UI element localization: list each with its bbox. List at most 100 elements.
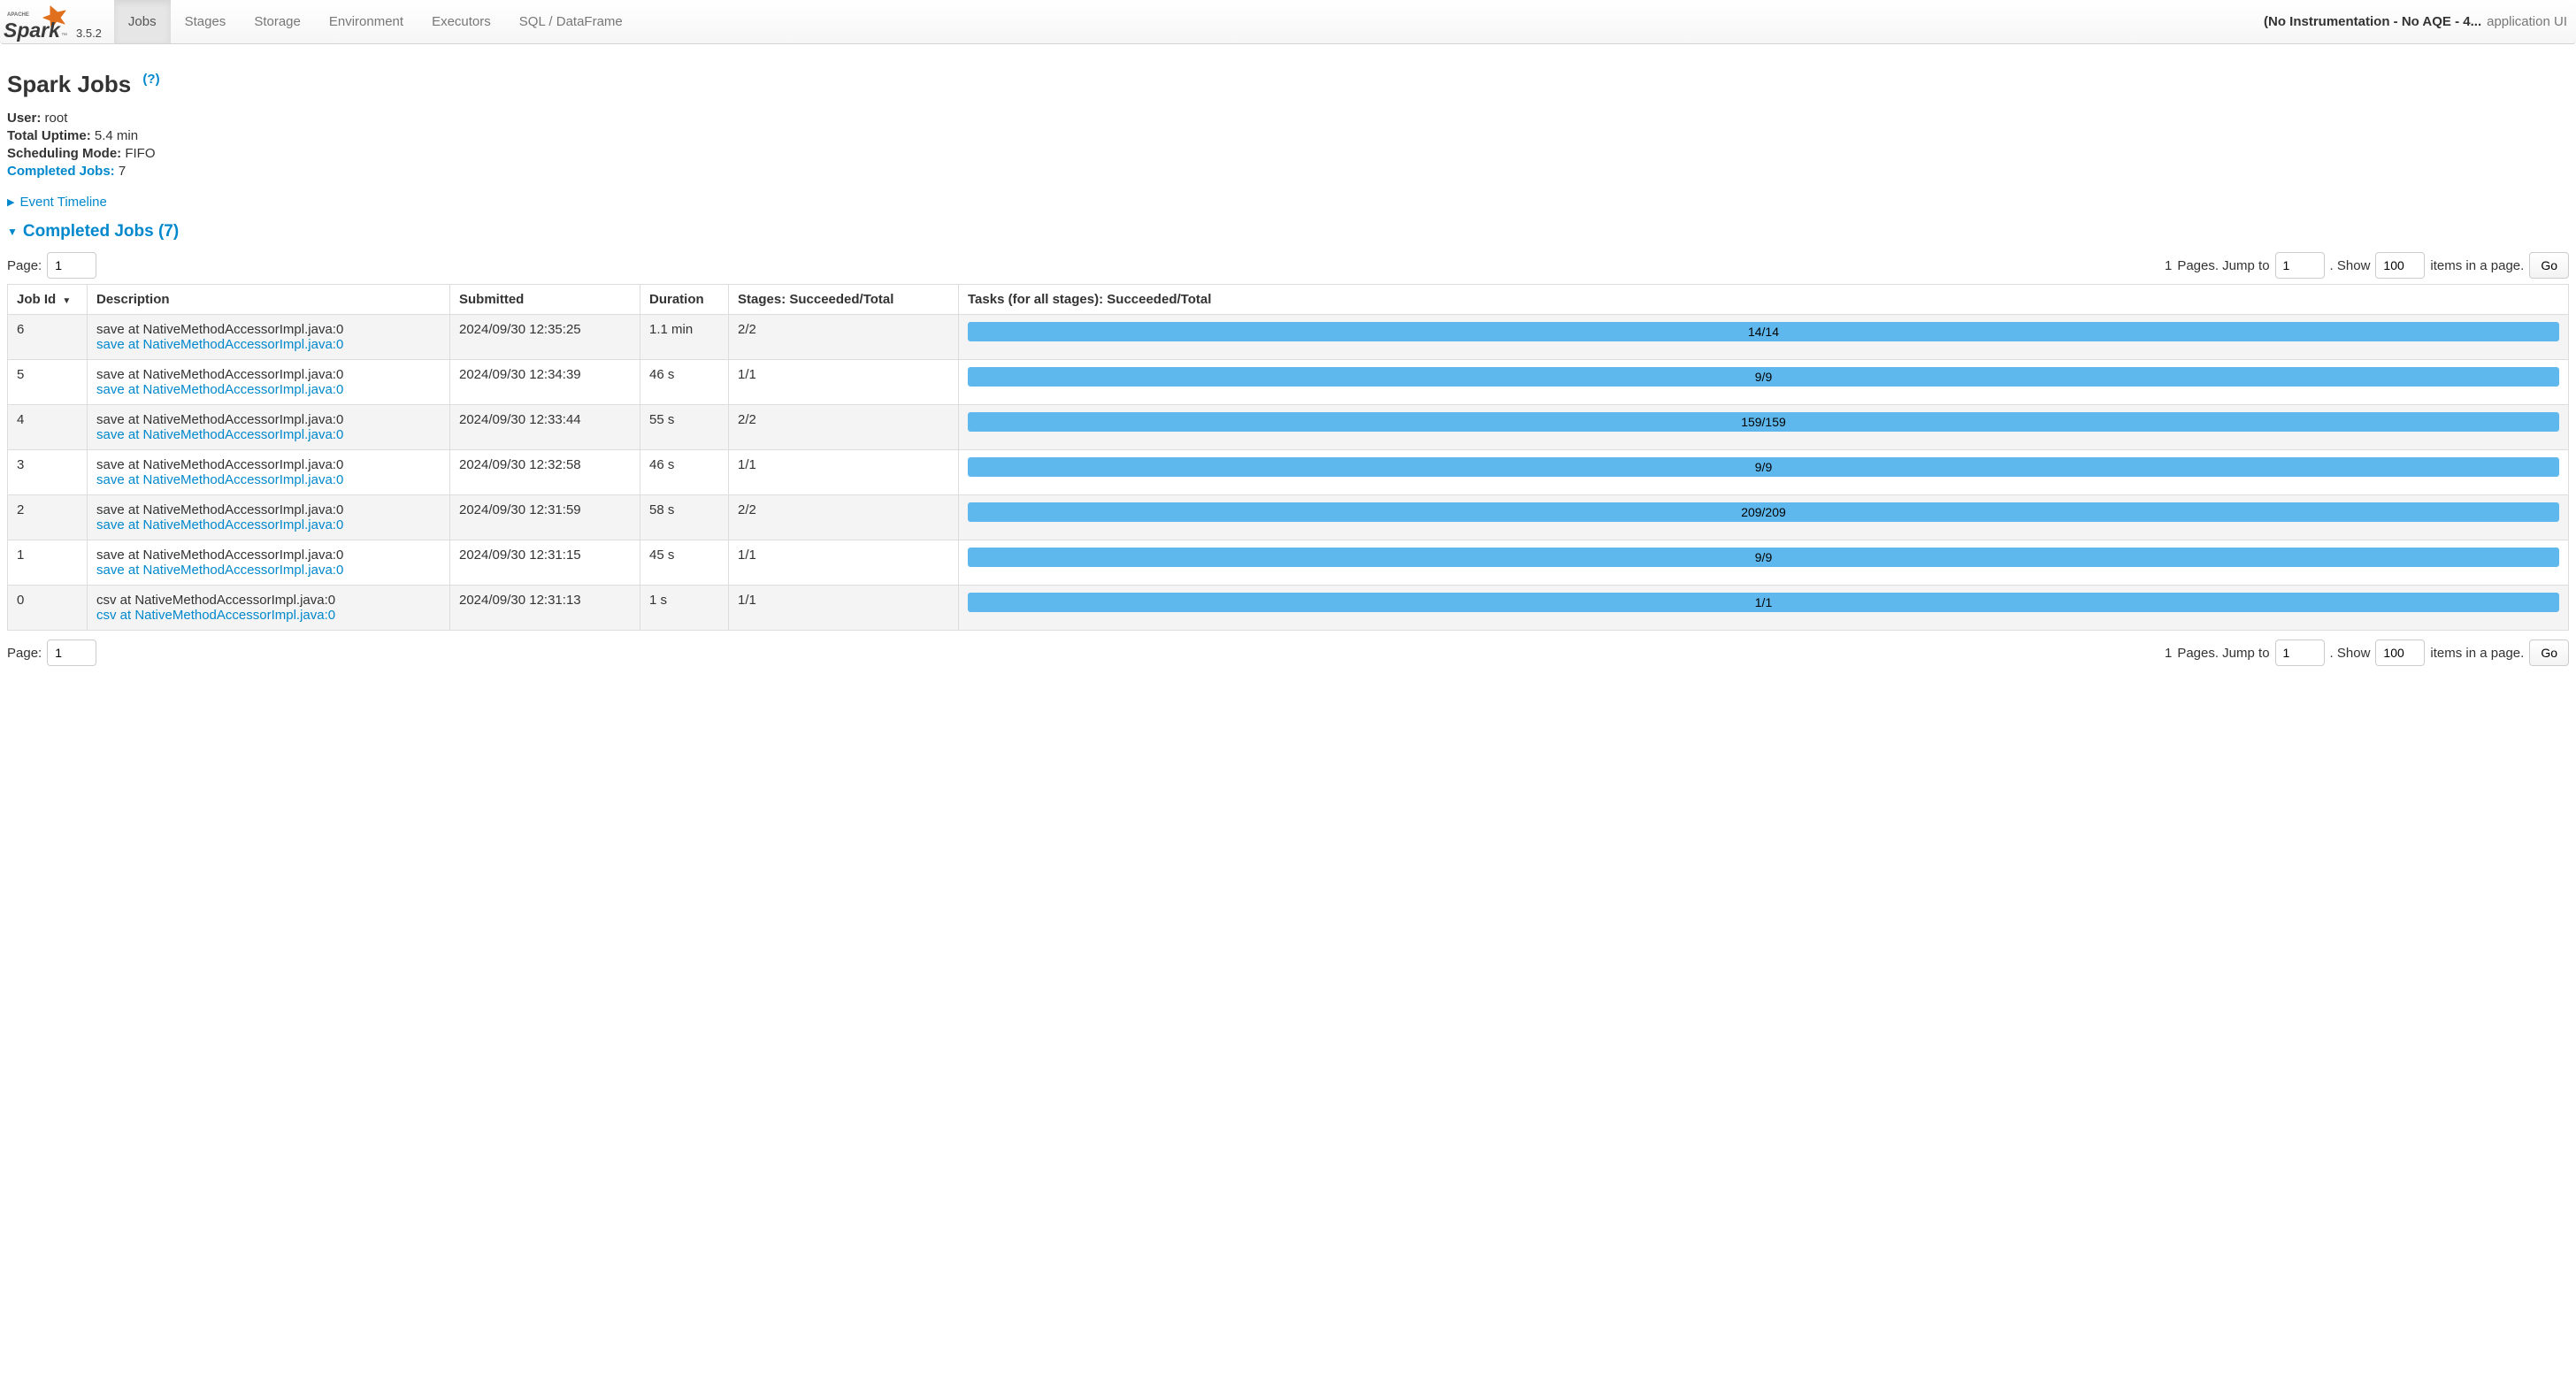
cell-description: csv at NativeMethodAccessorImpl.java:0cs…	[88, 586, 450, 631]
cell-duration: 46 s	[640, 360, 729, 405]
cell-duration: 55 s	[640, 405, 729, 450]
col-header-stages[interactable]: Stages: Succeeded/Total	[729, 285, 959, 315]
summary-uptime: Total Uptime: 5.4 min	[7, 128, 2569, 143]
go-button[interactable]: Go	[2529, 252, 2569, 279]
nav-tabs: Jobs Stages Storage Environment Executor…	[114, 0, 637, 43]
task-progress-bar: 9/9	[968, 367, 2559, 387]
task-progress-text: 1/1	[1755, 595, 1772, 609]
cell-jobid: 5	[8, 360, 88, 405]
tab-environment[interactable]: Environment	[315, 0, 418, 43]
navbar: APACHE Spark ™ 3.5.2 Jobs Stages Storage…	[0, 0, 2576, 44]
col-header-jobid[interactable]: Job Id ▼	[8, 285, 88, 315]
cell-tasks: 209/209	[959, 495, 2569, 540]
summary-user: User: root	[7, 111, 2569, 126]
col-header-tasks[interactable]: Tasks (for all stages): Succeeded/Total	[959, 285, 2569, 315]
svg-text:Spark: Spark	[4, 19, 61, 42]
cell-stages: 1/1	[729, 540, 959, 586]
completed-jobs-toggle[interactable]: ▼ Completed Jobs (7)	[7, 222, 2569, 241]
app-name: (No Instrumentation - No AQE - 4...	[2264, 14, 2481, 29]
tab-label: Jobs	[128, 14, 157, 29]
main-container: Spark Jobs (?) User: root Total Uptime: …	[0, 44, 2576, 678]
job-description-link[interactable]: csv at NativeMethodAccessorImpl.java:0	[96, 608, 441, 623]
tab-jobs[interactable]: Jobs	[114, 0, 171, 43]
col-header-submitted[interactable]: Submitted	[450, 285, 640, 315]
cell-description: save at NativeMethodAccessorImpl.java:0s…	[88, 540, 450, 586]
completed-jobs-link[interactable]: Completed Jobs:	[7, 164, 115, 179]
summary-value: 5.4 min	[95, 128, 138, 143]
summary-value: FIFO	[125, 146, 155, 161]
event-timeline-toggle[interactable]: ▶ Event Timeline	[7, 195, 107, 210]
cell-jobid: 6	[8, 315, 88, 360]
cell-description: save at NativeMethodAccessorImpl.java:0s…	[88, 405, 450, 450]
task-progress-bar: 9/9	[968, 457, 2559, 477]
summary-sched: Scheduling Mode: FIFO	[7, 146, 2569, 161]
sort-desc-icon: ▼	[62, 296, 71, 306]
task-progress-text: 14/14	[1748, 325, 1779, 339]
cell-description: save at NativeMethodAccessorImpl.java:0s…	[88, 360, 450, 405]
pages-jump-text: Pages. Jump to	[2177, 646, 2269, 661]
task-progress-text: 9/9	[1755, 370, 1772, 384]
cell-submitted: 2024/09/30 12:35:25	[450, 315, 640, 360]
summary-completed: Completed Jobs: 7	[7, 164, 2569, 179]
tab-label: SQL / DataFrame	[519, 14, 623, 29]
brand[interactable]: APACHE Spark ™ 3.5.2	[0, 1, 114, 43]
job-description-link[interactable]: save at NativeMethodAccessorImpl.java:0	[96, 427, 441, 442]
page-size-input[interactable]	[2375, 252, 2425, 279]
task-progress-bar: 14/14	[968, 322, 2559, 341]
tab-sql[interactable]: SQL / DataFrame	[505, 0, 637, 43]
job-description-link[interactable]: save at NativeMethodAccessorImpl.java:0	[96, 563, 441, 578]
svg-text:APACHE: APACHE	[7, 12, 29, 18]
job-description-text: save at NativeMethodAccessorImpl.java:0	[96, 322, 441, 337]
spark-version: 3.5.2	[76, 27, 102, 40]
job-description-text: save at NativeMethodAccessorImpl.java:0	[96, 502, 441, 517]
page-input[interactable]	[47, 640, 96, 666]
task-progress-text: 159/159	[1741, 415, 1786, 429]
tab-stages[interactable]: Stages	[171, 0, 241, 43]
summary-value: 7	[119, 164, 126, 179]
cell-stages: 1/1	[729, 586, 959, 631]
page-size-input[interactable]	[2375, 640, 2425, 666]
job-description-link[interactable]: save at NativeMethodAccessorImpl.java:0	[96, 517, 441, 532]
summary-label: Scheduling Mode:	[7, 146, 121, 161]
show-text: . Show	[2330, 258, 2371, 273]
cell-tasks: 9/9	[959, 540, 2569, 586]
pagination-top: Page: 1 Pages. Jump to . Show items in a…	[7, 252, 2569, 279]
cell-stages: 2/2	[729, 315, 959, 360]
jump-page-input[interactable]	[2275, 252, 2325, 279]
cell-stages: 1/1	[729, 360, 959, 405]
cell-submitted: 2024/09/30 12:33:44	[450, 405, 640, 450]
page-title-text: Spark Jobs	[7, 71, 131, 97]
cell-description: save at NativeMethodAccessorImpl.java:0s…	[88, 315, 450, 360]
page-count: 1	[2165, 258, 2172, 273]
col-header-description[interactable]: Description	[88, 285, 450, 315]
col-header-duration[interactable]: Duration	[640, 285, 729, 315]
job-description-link[interactable]: save at NativeMethodAccessorImpl.java:0	[96, 337, 441, 352]
job-description-link[interactable]: save at NativeMethodAccessorImpl.java:0	[96, 382, 441, 397]
pages-jump-text: Pages. Jump to	[2177, 258, 2269, 273]
items-suffix: items in a page.	[2430, 258, 2524, 273]
table-row: 5save at NativeMethodAccessorImpl.java:0…	[8, 360, 2569, 405]
cell-stages: 2/2	[729, 495, 959, 540]
cell-jobid: 2	[8, 495, 88, 540]
cell-duration: 1 s	[640, 586, 729, 631]
pagination-bottom: Page: 1 Pages. Jump to . Show items in a…	[7, 640, 2569, 666]
cell-submitted: 2024/09/30 12:31:59	[450, 495, 640, 540]
help-link[interactable]: (?)	[142, 72, 159, 87]
table-row: 0csv at NativeMethodAccessorImpl.java:0c…	[8, 586, 2569, 631]
page-count: 1	[2165, 646, 2172, 661]
table-row: 1save at NativeMethodAccessorImpl.java:0…	[8, 540, 2569, 586]
event-timeline-label: Event Timeline	[19, 195, 106, 210]
app-title: (No Instrumentation - No AQE - 4... appl…	[2264, 14, 2576, 29]
tab-storage[interactable]: Storage	[240, 0, 315, 43]
tab-executors[interactable]: Executors	[418, 0, 505, 43]
jump-page-input[interactable]	[2275, 640, 2325, 666]
job-description-link[interactable]: save at NativeMethodAccessorImpl.java:0	[96, 472, 441, 487]
cell-tasks: 1/1	[959, 586, 2569, 631]
cell-jobid: 4	[8, 405, 88, 450]
svg-text:™: ™	[61, 33, 67, 39]
task-progress-bar: 159/159	[968, 412, 2559, 432]
page-input[interactable]	[47, 252, 96, 279]
task-progress-text: 9/9	[1755, 460, 1772, 474]
cell-duration: 58 s	[640, 495, 729, 540]
go-button[interactable]: Go	[2529, 640, 2569, 666]
